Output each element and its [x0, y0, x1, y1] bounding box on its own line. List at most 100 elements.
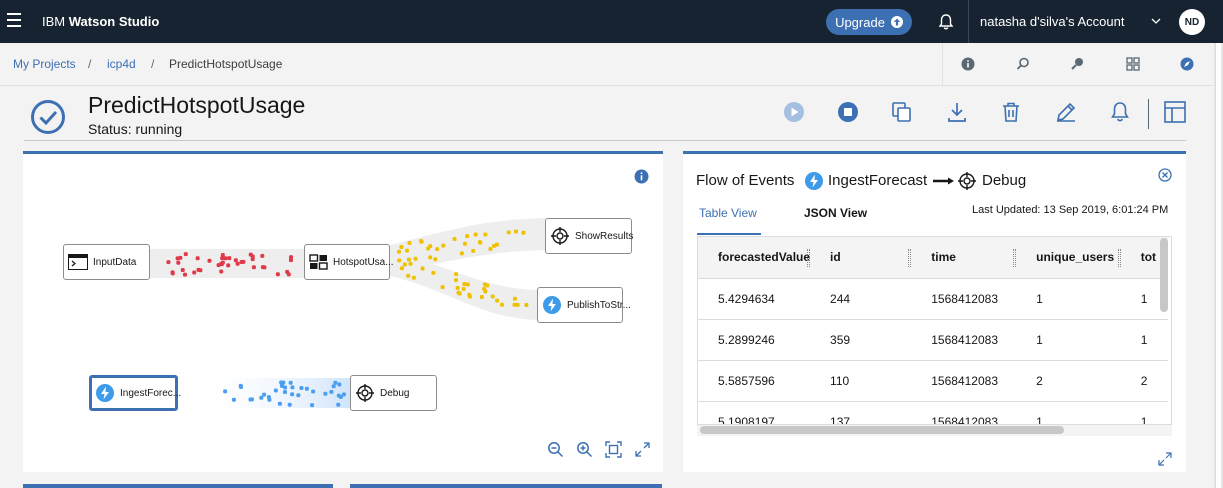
event-dot [433, 257, 438, 262]
event-dot [223, 389, 228, 394]
event-dot [183, 252, 188, 257]
zoom-out-icon[interactable] [547, 441, 564, 458]
event-dot [259, 395, 264, 400]
node-label: ShowResults [575, 230, 634, 242]
zoom-in-icon[interactable] [576, 441, 593, 458]
event-dot [304, 386, 309, 391]
event-dot [512, 296, 517, 301]
event-dot [459, 251, 464, 256]
target-icon [958, 172, 976, 190]
event-dot [290, 385, 295, 390]
expand-canvas-icon[interactable] [634, 441, 651, 458]
node-debug[interactable]: Debug [350, 375, 437, 411]
node-hotspot-usage[interactable]: HotspotUsa... [304, 244, 394, 280]
streams-lightning-icon [96, 384, 114, 402]
flow-of-events-title: Flow of Events [696, 172, 795, 189]
event-dot [402, 262, 407, 267]
event-dot [323, 391, 328, 396]
event-dot [250, 257, 255, 262]
event-dot [397, 258, 402, 263]
table-row[interactable]: 5.5857596 110 1568412083 2 2 [698, 360, 1168, 402]
event-dot [467, 294, 472, 299]
event-dot [457, 291, 462, 296]
event-dot [471, 248, 476, 253]
event-dot [408, 261, 413, 266]
table-cell: 1568412083 [911, 360, 1017, 402]
event-dot [290, 392, 295, 397]
event-dot [454, 278, 459, 283]
event-dot [337, 382, 342, 387]
fit-to-screen-icon[interactable] [605, 441, 622, 458]
table-cell: 1 [1120, 319, 1168, 361]
column-header-forecasted-value[interactable]: forecastedValue [698, 237, 811, 279]
event-dot [180, 268, 185, 273]
event-dot [431, 270, 436, 275]
event-dot [288, 380, 293, 385]
event-dot [296, 393, 301, 398]
event-dot [219, 269, 224, 274]
event-dot [483, 232, 488, 237]
tab-json-view[interactable]: JSON View [804, 206, 867, 220]
event-dot [441, 243, 446, 248]
event-dot [396, 249, 401, 254]
column-header-unique-users[interactable]: unique_users [1016, 237, 1121, 279]
close-icon[interactable] [1158, 168, 1172, 182]
event-dot [404, 248, 409, 253]
event-dot [288, 258, 293, 263]
table-cell: 1 [1016, 278, 1121, 320]
tab-table-view[interactable]: Table View [699, 206, 757, 220]
table-cell: 5.4294634 [698, 278, 811, 320]
node-input-data[interactable]: InputData [63, 244, 150, 280]
expand-panel-icon[interactable] [1158, 452, 1172, 466]
node-ingest-forecast[interactable]: IngestForec... [89, 375, 181, 411]
event-dot [399, 244, 404, 249]
event-dot [329, 389, 334, 394]
event-dot [488, 246, 493, 251]
event-dot [260, 265, 265, 270]
event-dot [311, 389, 316, 394]
canvas-info-icon[interactable] [634, 169, 649, 184]
event-dot [231, 397, 236, 402]
event-dot [273, 388, 278, 393]
column-header-id[interactable]: id [810, 237, 912, 279]
target-icon [356, 384, 374, 402]
node-label: Debug [380, 387, 410, 399]
node-show-results[interactable]: ShowResults [545, 218, 634, 254]
table-cell: 359 [810, 319, 912, 361]
event-dot [420, 266, 425, 271]
event-dot [406, 273, 411, 278]
event-dot [495, 298, 500, 303]
events-target-node: Debug [982, 172, 1027, 189]
event-dot [413, 256, 418, 261]
table-horizontal-scrollbar[interactable] [700, 426, 1064, 434]
event-dot [241, 259, 246, 264]
last-updated-timestamp: Last Updated: 13 Sep 2019, 6:01:24 PM [972, 204, 1169, 216]
event-dot [192, 270, 197, 275]
event-dot [279, 383, 284, 388]
active-tab-indicator [697, 233, 761, 235]
table-row[interactable]: 5.4294634 244 1568412083 1 1 [698, 278, 1168, 320]
event-dot [235, 261, 240, 266]
event-dot [233, 258, 238, 263]
event-dot [310, 403, 315, 408]
event-dot [454, 272, 459, 277]
event-dot [499, 302, 504, 307]
table-vertical-scrollbar[interactable] [1160, 238, 1168, 312]
event-dot [176, 260, 181, 265]
column-header-time[interactable]: time [911, 237, 1017, 279]
table-row[interactable]: 5.2899246 359 1568412083 1 1 [698, 319, 1168, 361]
node-publish-to-stream[interactable]: PublishToStr... [537, 287, 631, 323]
event-dot [239, 385, 244, 390]
event-dot [506, 230, 511, 235]
event-dot [461, 286, 466, 291]
event-dot [482, 286, 487, 291]
event-dot [275, 272, 280, 277]
stream-ingest-to-debug [190, 378, 352, 408]
event-dot [478, 240, 483, 245]
streams-lightning-icon [805, 172, 823, 190]
event-dot [299, 386, 304, 391]
event-dot [260, 253, 265, 258]
event-dot [514, 229, 519, 234]
event-dot [407, 240, 412, 245]
event-dot [220, 260, 225, 265]
